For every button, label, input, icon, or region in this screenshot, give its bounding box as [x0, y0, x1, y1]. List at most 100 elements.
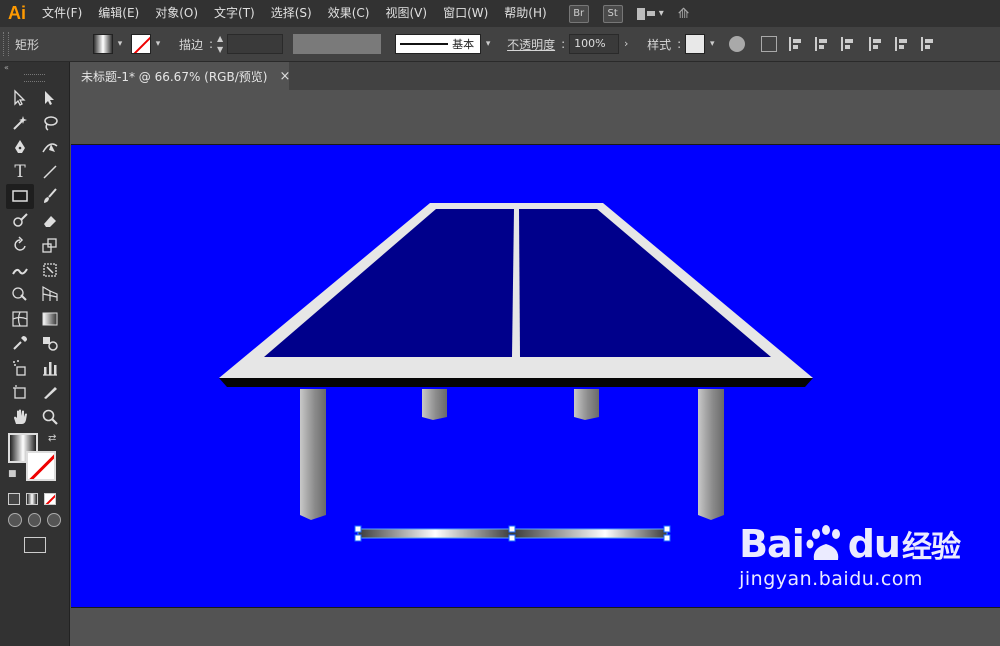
- gpu-performance-icon[interactable]: ⟰: [678, 6, 690, 22]
- graphic-style-swatch[interactable]: [685, 34, 706, 54]
- stroke-swatch[interactable]: [131, 34, 152, 54]
- draw-mode-row: [0, 509, 69, 531]
- swap-fill-stroke-icon[interactable]: ⇄: [48, 433, 56, 444]
- free-transform-tool-icon[interactable]: [36, 258, 64, 283]
- menu-effect[interactable]: 效果(C): [320, 0, 378, 27]
- illustrator-window: Ai 文件(F) 编辑(E) 对象(O) 文字(T) 选择(S) 效果(C) 视…: [0, 0, 1000, 646]
- bridge-button[interactable]: Br: [568, 4, 589, 23]
- stroke-line-preview: [400, 43, 449, 45]
- menu-file[interactable]: 文件(F): [34, 0, 90, 27]
- brush-definition-select[interactable]: 基本: [395, 34, 482, 54]
- menu-view[interactable]: 视图(V): [377, 0, 435, 27]
- canvas-area[interactable]: Bai du 经验 jingyan.baidu.com: [71, 90, 1000, 646]
- selection-handle: [508, 525, 516, 533]
- document-tab-title: 未标题-1* @ 66.67% (RGB/预览): [81, 69, 268, 84]
- magic-wand-tool-icon[interactable]: [6, 111, 34, 136]
- colon-label: :: [677, 37, 682, 51]
- panel-grip[interactable]: [24, 74, 45, 82]
- menu-object[interactable]: 对象(O): [147, 0, 206, 27]
- shaper-tool-icon[interactable]: [6, 209, 34, 234]
- none-mode-icon[interactable]: [44, 493, 56, 505]
- rotate-tool-icon[interactable]: [6, 233, 34, 258]
- direct-selection-tool-icon[interactable]: [36, 86, 64, 111]
- rectangle-tool-icon[interactable]: [6, 184, 34, 209]
- align-center-icon[interactable]: [815, 37, 829, 51]
- stroke-weight-input[interactable]: [227, 34, 284, 54]
- document-tab-bar: 未标题-1* @ 66.67% (RGB/预览) ×: [71, 62, 1000, 90]
- paintbrush-tool-icon[interactable]: [36, 184, 64, 209]
- workspace-layout-icon[interactable]: [636, 7, 655, 20]
- selection-handle: [663, 534, 671, 542]
- recolor-artwork-icon[interactable]: [729, 36, 746, 52]
- draw-normal-icon[interactable]: [8, 513, 22, 527]
- chevron-down-icon[interactable]: ▾: [659, 8, 664, 19]
- pen-tool-icon[interactable]: [6, 135, 34, 160]
- gradient-mode-icon[interactable]: [26, 493, 38, 505]
- stock-button[interactable]: St: [602, 4, 623, 23]
- perspective-grid-tool-icon[interactable]: [36, 282, 64, 307]
- menu-bar: Ai 文件(F) 编辑(E) 对象(O) 文字(T) 选择(S) 效果(C) 视…: [0, 0, 1000, 27]
- symbol-sprayer-tool-icon[interactable]: [6, 356, 34, 381]
- close-icon[interactable]: ×: [279, 69, 290, 84]
- screen-mode-icon[interactable]: [24, 537, 46, 553]
- column-graph-tool-icon[interactable]: [36, 356, 64, 381]
- chevron-right-icon[interactable]: ›: [619, 34, 633, 54]
- object-type-label: 矩形: [15, 37, 40, 52]
- slice-tool-icon[interactable]: [36, 380, 64, 405]
- scale-tool-icon[interactable]: [36, 233, 64, 258]
- opacity-label[interactable]: 不透明度: [501, 36, 561, 53]
- menu-select[interactable]: 选择(S): [263, 0, 320, 27]
- draw-behind-icon[interactable]: [27, 513, 42, 527]
- menu-edit[interactable]: 编辑(E): [90, 0, 147, 27]
- shape-builder-tool-icon[interactable]: [6, 282, 34, 307]
- watermark-cn: 经验: [902, 530, 961, 565]
- warp-tool-icon[interactable]: [6, 258, 34, 283]
- selection-tool-icon[interactable]: [6, 86, 34, 111]
- table-leg: [574, 389, 599, 420]
- align-bottom-icon[interactable]: [921, 37, 935, 51]
- artboard-tool-icon[interactable]: [6, 380, 34, 405]
- draw-inside-icon[interactable]: [47, 513, 62, 527]
- type-tool-icon[interactable]: T: [6, 160, 34, 185]
- gradient-tool-icon[interactable]: [36, 307, 64, 332]
- align-top-icon[interactable]: [869, 37, 883, 51]
- control-bar: 矩形 ▾ ▾ 描边 : ▲ ▼ 基本 ▾ 不透明度 : 100% › 样式 : ▾: [0, 27, 1000, 62]
- menu-type[interactable]: 文字(T): [206, 0, 263, 27]
- eyedropper-tool-icon[interactable]: [6, 331, 34, 356]
- lasso-tool-icon[interactable]: [36, 111, 64, 136]
- mesh-tool-icon[interactable]: [6, 307, 34, 332]
- color-mode-icon[interactable]: [8, 493, 20, 505]
- table-leg: [698, 389, 724, 520]
- hand-tool-icon[interactable]: [6, 405, 34, 430]
- selection-handle: [508, 534, 516, 542]
- stroke-weight-stepper[interactable]: ▲ ▼: [213, 33, 227, 55]
- align-left-icon[interactable]: [789, 37, 803, 51]
- align-right-icon[interactable]: [841, 37, 855, 51]
- style-label: 样式: [647, 37, 672, 52]
- line-segment-tool-icon[interactable]: [36, 160, 64, 185]
- table-leg: [422, 389, 447, 420]
- menu-window[interactable]: 窗口(W): [435, 0, 496, 27]
- transform-icon[interactable]: [761, 36, 778, 52]
- chevron-down-icon[interactable]: ▾: [151, 34, 165, 54]
- brush-label: 基本: [452, 38, 475, 51]
- eraser-tool-icon[interactable]: [36, 209, 64, 234]
- blend-tool-icon[interactable]: [36, 331, 64, 356]
- document-tab[interactable]: 未标题-1* @ 66.67% (RGB/预览) ×: [71, 62, 290, 90]
- table-edge: [219, 378, 813, 387]
- fill-swatch[interactable]: [93, 34, 114, 54]
- menu-help[interactable]: 帮助(H): [496, 0, 554, 27]
- collapse-panel-icon[interactable]: «: [0, 62, 69, 74]
- zoom-tool-icon[interactable]: [36, 405, 64, 430]
- chevron-down-icon[interactable]: ▾: [481, 34, 495, 54]
- opacity-input[interactable]: 100%: [569, 34, 620, 54]
- chevron-down-icon[interactable]: ▾: [705, 34, 719, 54]
- color-mode-row: [0, 489, 69, 509]
- variable-width-profile[interactable]: [293, 34, 382, 54]
- stroke-color-swatch[interactable]: [26, 451, 56, 481]
- default-fill-stroke-icon[interactable]: ■: [8, 469, 17, 479]
- align-middle-icon[interactable]: [895, 37, 909, 51]
- stroke-label[interactable]: 描边: [173, 36, 209, 53]
- curvature-tool-icon[interactable]: [36, 135, 64, 160]
- chevron-down-icon[interactable]: ▾: [113, 34, 127, 54]
